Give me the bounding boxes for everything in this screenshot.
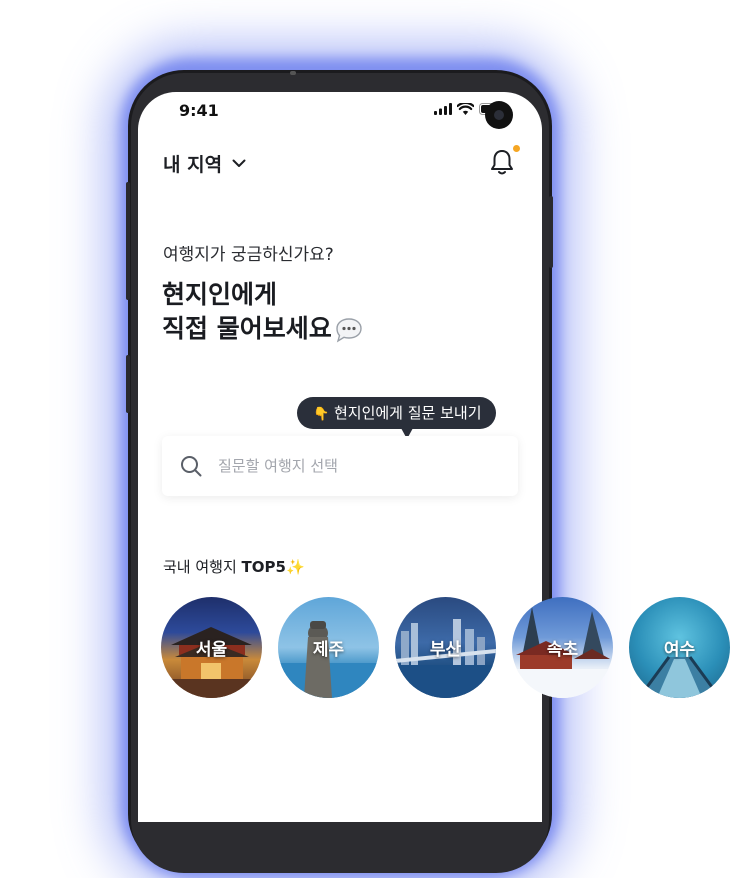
send-question-tooltip: 👇 현지인에게 질문 보내기 — [297, 397, 496, 439]
region-label: 내 지역 — [163, 154, 223, 176]
top5-city-list: 서울 제주 부산 속초 여수 — [161, 597, 730, 698]
wifi-icon — [457, 103, 474, 115]
city-name: 서울 — [195, 640, 228, 660]
sparkle-icon: ✨ — [285, 558, 305, 576]
speech-bubble-icon — [336, 318, 362, 343]
city-yeosu[interactable]: 여수 — [629, 597, 730, 698]
pointing-down-icon: 👇 — [313, 407, 330, 422]
search-icon — [181, 456, 202, 477]
phone-side-button-2 — [126, 355, 130, 413]
headline-line-2: 직접 물어보세요 — [162, 312, 364, 346]
destination-search[interactable] — [162, 436, 518, 496]
intro-subtitle: 여행지가 궁금하신가요? — [163, 245, 334, 265]
city-busan[interactable]: 부산 — [395, 597, 496, 698]
bell-icon[interactable] — [489, 148, 515, 176]
city-sokcho[interactable]: 속초 — [512, 597, 613, 698]
city-name: 여수 — [663, 640, 696, 660]
phone-side-button-1 — [126, 182, 130, 300]
front-camera — [485, 101, 513, 129]
notification-dot — [513, 145, 520, 152]
city-name: 부산 — [429, 640, 462, 660]
status-time: 9:41 — [179, 101, 219, 120]
top5-title-bold: TOP5 — [241, 558, 286, 576]
chevron-down-icon — [232, 159, 246, 167]
intro-headline: 현지인에게 직접 물어보세요 — [162, 278, 364, 346]
search-input[interactable] — [216, 456, 480, 476]
top5-title-prefix: 국내 여행지 — [163, 558, 242, 576]
phone-side-button-3 — [549, 196, 553, 268]
region-selector[interactable]: 내 지역 — [163, 150, 246, 177]
phone-speaker — [290, 71, 296, 75]
headline-line-2-text: 직접 물어보세요 — [162, 314, 332, 343]
headline-line-1: 현지인에게 — [162, 280, 278, 309]
app-screen: 9:41 내 지역 여행지가 궁금하신가요? 현지인에게 직접 물어보세요 👇 … — [138, 92, 542, 822]
city-seoul[interactable]: 서울 — [161, 597, 262, 698]
tooltip-text: 현지인에게 질문 보내기 — [333, 404, 482, 422]
top5-title: 국내 여행지 TOP5✨ — [163, 556, 305, 577]
signal-icon — [434, 103, 452, 115]
city-name: 제주 — [312, 640, 345, 660]
city-name: 속초 — [546, 640, 579, 660]
city-jeju[interactable]: 제주 — [278, 597, 379, 698]
